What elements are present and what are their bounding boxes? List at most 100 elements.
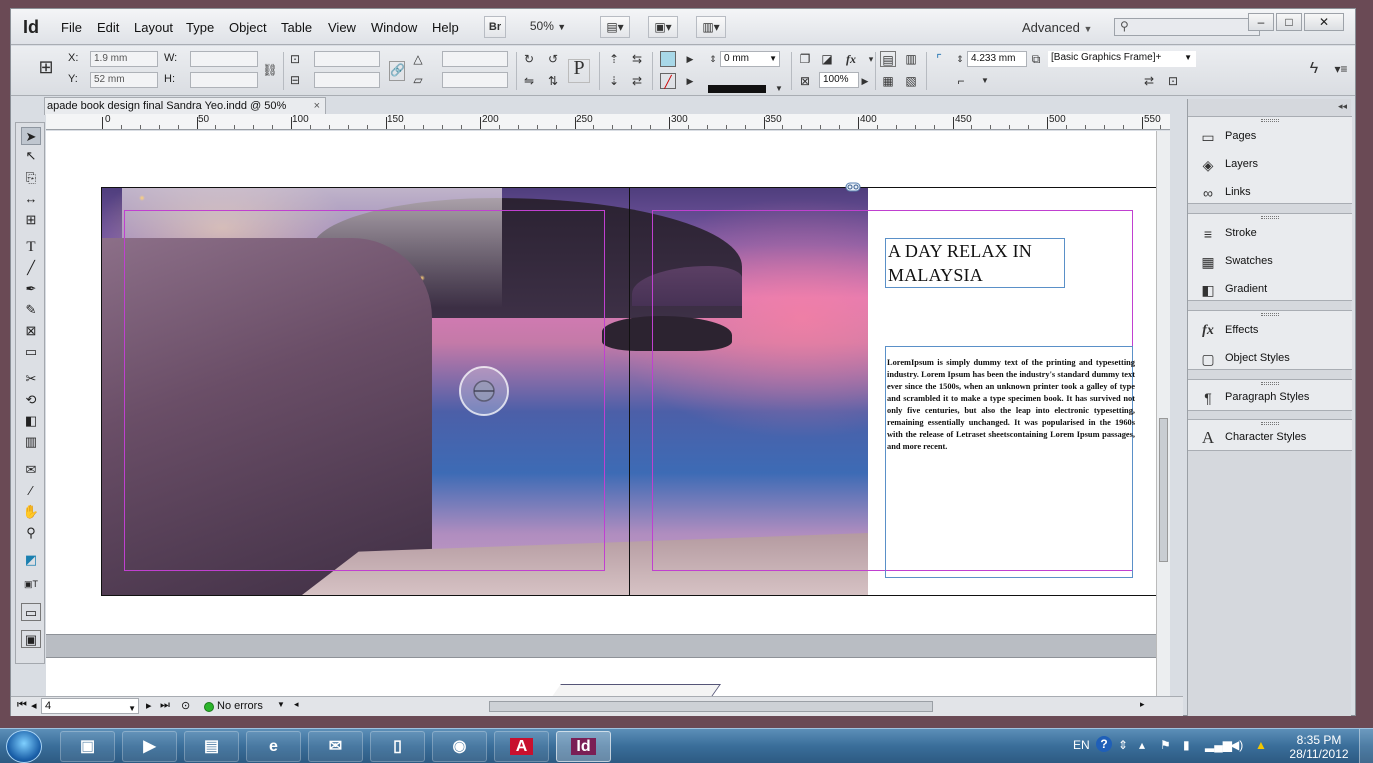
object-style-dropdown[interactable]: [Basic Graphics Frame]+ ▼ [1048,51,1196,67]
stepper-icon[interactable]: ⇕ [952,51,968,67]
next-page-icon[interactable]: ▸ [146,699,152,712]
menu-layout[interactable]: Layout [134,20,173,35]
panel-grip[interactable] [1261,119,1279,122]
gap-tool-icon[interactable]: ↔ [21,190,41,208]
last-page-icon[interactable]: ⏭ [160,699,170,712]
hand-tool-icon[interactable]: ✋ [21,503,41,521]
text-wrap-shape-icon[interactable]: ▦ [880,73,896,89]
select-content-icon[interactable]: ⇣ [606,73,622,89]
workspace-switcher[interactable]: Advanced ▼ [1022,20,1092,35]
scroll-right-icon[interactable]: ▸ [1140,699,1145,710]
taskbar-app-thunderbird[interactable]: ✉ [308,731,363,762]
flag-icon[interactable]: ⚑ [1160,738,1171,752]
horizontal-scrollbar-thumb[interactable] [489,701,933,712]
tray-expand-icon[interactable]: ⇕ [1118,738,1128,752]
panel-pages[interactable]: ▭ Pages [1188,123,1352,151]
stroke-weight-field[interactable]: 0 mm ▼ [720,51,780,67]
start-button[interactable] [6,730,42,763]
previous-page-icon[interactable]: ◂ [31,699,37,712]
constrain-proportions-icon[interactable]: ⛓ [262,62,278,78]
style-options-icon[interactable]: ⊡ [1165,73,1181,89]
taskbar-app-internet-explorer[interactable]: e [246,731,301,762]
zoom-tool-icon[interactable]: ⚲ [21,524,41,542]
document-canvas[interactable]: A DAY RELAX IN MALAYSIA LoremIpsum is si… [46,131,1170,696]
menu-edit[interactable]: Edit [97,20,119,35]
stepper-icon[interactable]: ⇕ [705,51,721,67]
chevron-down-icon[interactable]: ▼ [977,73,993,89]
text-wrap-none-icon[interactable]: ▤ [880,51,896,67]
taskbar-clock[interactable]: 8:35 PM 28/11/2012 [1287,733,1351,761]
height-field[interactable] [190,72,258,88]
pencil-tool-icon[interactable]: ✎ [21,301,41,319]
taskbar-app-chrome[interactable]: ◉ [432,731,487,762]
document-tab[interactable]: apade book design final Sandra Yeo.indd … [44,97,326,115]
rectangle-tool-icon[interactable]: ▭ [21,343,41,361]
minimize-button[interactable]: – [1248,13,1274,31]
chevron-down-icon[interactable]: ▼ [771,81,787,97]
help-icon[interactable]: ? [1096,736,1112,752]
corner-size-field[interactable]: 4.233 mm [967,51,1027,67]
effects-fx-icon[interactable]: fx [843,51,859,67]
fill-stroke-icon[interactable]: ◩ [21,551,41,569]
panel-swatches[interactable]: ▦ Swatches [1188,248,1352,276]
panel-character-styles[interactable]: A Character Styles [1188,424,1352,452]
page-number-field[interactable]: 4 ▼ [41,698,139,714]
shadow-toggle-icon[interactable]: ◪ [819,51,835,67]
line-tool-icon[interactable]: ╱ [21,259,41,277]
close-window-button[interactable]: ✕ [1304,13,1344,31]
link-badge-icon[interactable] [845,182,861,192]
panel-links[interactable]: ∞ Links [1188,179,1352,207]
action-center-icon[interactable]: ▴ [1139,738,1145,752]
scale-x-field[interactable] [314,51,380,67]
direct-selection-tool-icon[interactable]: ↖ [21,147,41,165]
chevron-down-icon[interactable]: ▼ [277,700,285,709]
panel-grip[interactable] [1261,313,1279,316]
free-transform-tool-icon[interactable]: ⟲ [21,391,41,409]
normal-mode-icon[interactable]: ▭ [21,603,41,621]
rotate-cw-icon[interactable]: ↻ [521,51,537,67]
content-collector-icon[interactable]: ⊞ [21,211,41,229]
panel-paragraph-styles[interactable]: ¶ Paragraph Styles [1188,384,1352,412]
width-field[interactable] [190,51,258,67]
clear-overrides-icon[interactable]: ⇄ [1141,73,1157,89]
taskbar-app-media-player[interactable]: ▶ [122,731,177,762]
control-panel-menu-icon[interactable]: ▾≡ [1333,61,1349,77]
panel-layers[interactable]: ◈ Layers [1188,151,1352,179]
zoom-level-dropdown[interactable]: 50% ▼ [522,16,574,38]
panel-grip[interactable] [1261,216,1279,219]
collapse-panels-icon[interactable]: ◂◂ [1338,101,1347,112]
scale-y-field[interactable] [314,72,380,88]
shear-angle-field[interactable] [442,72,508,88]
horizontal-ruler[interactable]: 0 50 100 150 200 250 300 350 400 450 500… [46,114,1170,130]
scissors-tool-icon[interactable]: ✂ [21,370,41,388]
opacity-arrow-icon[interactable]: ▶ [857,73,873,89]
page-tool-icon[interactable]: ⎘ [21,169,41,187]
corner-shape-icon[interactable]: ⌐ [953,73,969,89]
vertical-scrollbar-thumb[interactable] [1159,418,1168,562]
fill-swatch[interactable] [660,51,676,67]
bridge-button[interactable]: Br [484,16,506,38]
flip-vertical-icon[interactable]: ⇅ [545,73,561,89]
language-indicator[interactable]: EN [1073,738,1090,752]
text-wrap-jump-icon[interactable]: ▧ [903,73,919,89]
taskbar-app-explorer[interactable]: ▤ [184,731,239,762]
stroke-swatch[interactable]: ╱ [660,73,676,89]
drop-shadow-icon[interactable]: ❐ [797,51,813,67]
google-drive-icon[interactable]: ▲ [1255,738,1267,752]
select-next-object-icon[interactable]: ⇄ [629,73,645,89]
taskbar-app-computer[interactable]: ▯ [370,731,425,762]
formatting-affects-icon[interactable]: ▣T [21,575,41,593]
corner-options-icon[interactable]: ⌜ [931,51,947,67]
x-position-field[interactable]: 1.9 mm [90,51,158,67]
type-tool-icon[interactable]: T [21,238,41,256]
fill-menu-arrow-icon[interactable]: ▶ [682,51,698,67]
pen-tool-icon[interactable]: ✒ [21,280,41,298]
scroll-left-icon[interactable]: ◂ [294,699,299,710]
fx-menu-arrow-icon[interactable]: ▾ [863,51,879,67]
panel-object-styles[interactable]: ▢ Object Styles [1188,345,1352,373]
taskbar-app-indesign[interactable]: Id [556,731,611,762]
select-container-icon[interactable]: ⇡ [606,51,622,67]
eyedropper-tool-icon[interactable]: ⁄ [21,482,41,500]
taskbar-app-adobe[interactable]: A [494,731,549,762]
preflight-status[interactable]: No errors [217,700,263,712]
